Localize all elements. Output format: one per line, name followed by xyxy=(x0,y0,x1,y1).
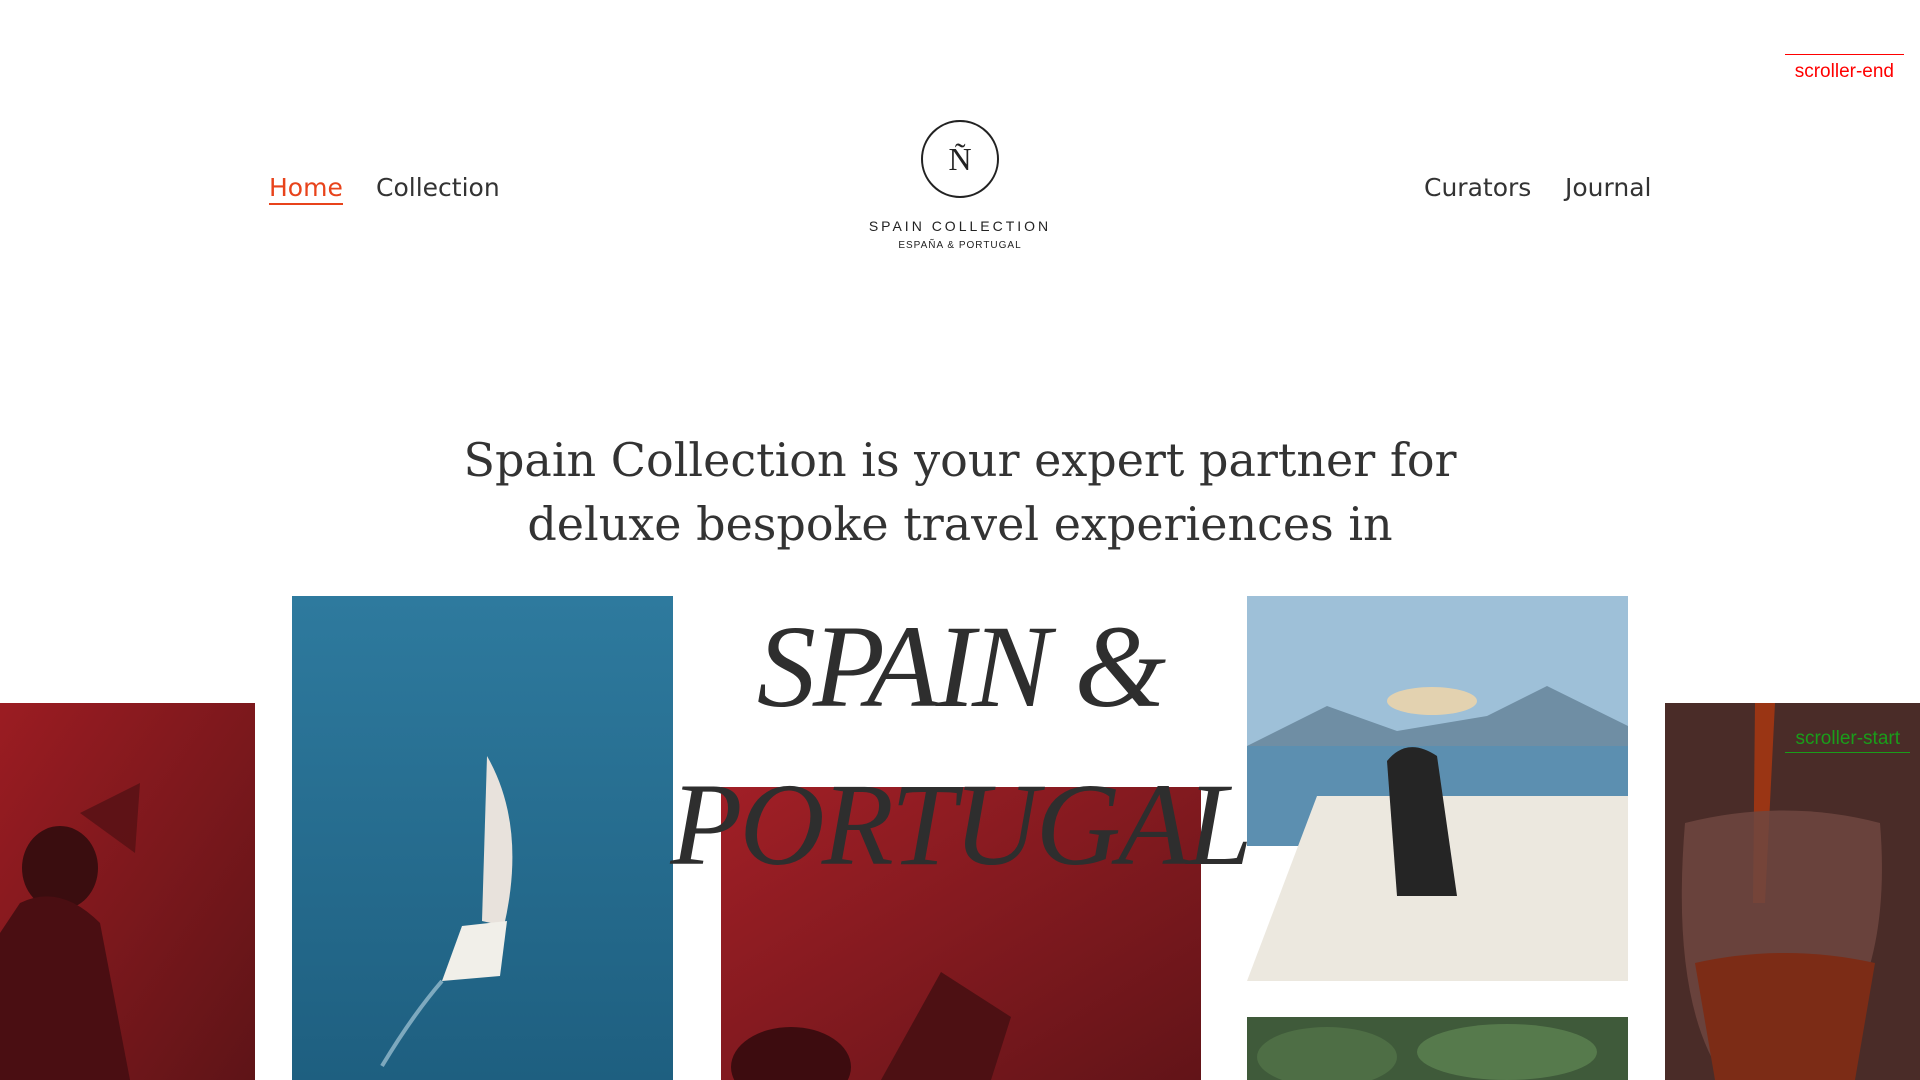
headline: SPAIN & PORTUGAL xyxy=(600,588,1320,904)
logo-subtitle: ESPAÑA & PORTUGAL xyxy=(898,240,1022,251)
photo-flamenco-dancer xyxy=(0,703,255,1080)
scroller-start-marker: scroller-start xyxy=(1785,728,1910,753)
headline-line-2: PORTUGAL xyxy=(670,759,1252,890)
nav-link-home[interactable]: Home xyxy=(269,173,343,205)
scroller-end-marker: scroller-end xyxy=(1784,54,1904,83)
intro-text: Spain Collection is your expert partner … xyxy=(430,428,1490,556)
nav-link-journal[interactable]: Journal xyxy=(1565,173,1651,202)
headline-line-1: SPAIN & xyxy=(756,601,1166,732)
photo-wine-pour xyxy=(1665,703,1920,1080)
intro-line-1: Spain Collection is your expert partner … xyxy=(463,433,1457,487)
nav-link-collection[interactable]: Collection xyxy=(376,173,500,202)
photo-greenery xyxy=(1247,1017,1628,1080)
logo[interactable]: Ñ SPAIN COLLECTION ESPAÑA & PORTUGAL xyxy=(860,120,1060,251)
logo-mark-icon: Ñ xyxy=(921,120,999,198)
nav-link-curators[interactable]: Curators xyxy=(1424,173,1531,202)
logo-name: SPAIN COLLECTION xyxy=(868,218,1052,234)
intro-line-2: deluxe bespoke travel experiences in xyxy=(527,497,1393,551)
